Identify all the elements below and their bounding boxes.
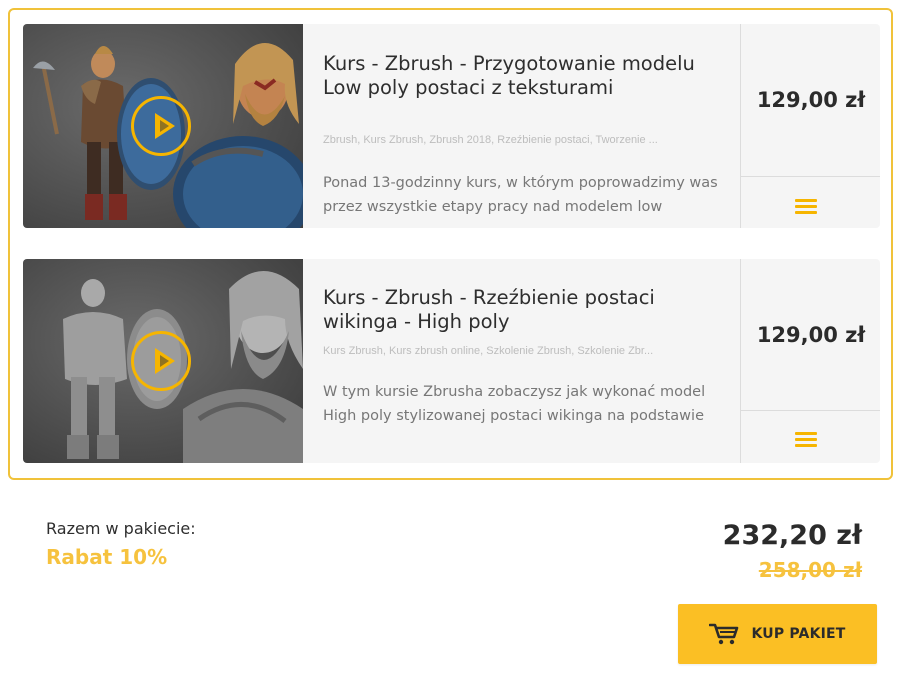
discount-badge: Rabat 10% [46, 545, 168, 569]
course-description: Ponad 13-godzinny kurs, w którym poprowa… [323, 175, 718, 215]
old-price: 258,00 zł [758, 558, 862, 582]
course-title[interactable]: Kurs - Zbrush - Przygotowanie modelu Low… [323, 52, 723, 100]
course-info: Kurs - Zbrush - Przygotowanie modelu Low… [323, 24, 735, 228]
course-title[interactable]: Kurs - Zbrush - Rzeźbienie postaci wikin… [323, 286, 723, 334]
course-tags: Zbrush, Kurs Zbrush, Zbrush 2018, Rzeźbi… [323, 134, 658, 146]
course-thumbnail[interactable] [23, 24, 303, 228]
bundle-total-price: 232,20 zł [722, 520, 862, 551]
hamburger-icon[interactable] [795, 199, 817, 215]
course-thumbnail[interactable] [23, 259, 303, 463]
buy-package-button[interactable]: KUP PAKIET [678, 604, 877, 664]
hamburger-icon[interactable] [795, 432, 817, 448]
course-tags: Kurs Zbrush, Kurs zbrush online, Szkolen… [323, 345, 654, 357]
cart-icon [709, 623, 739, 645]
bundle-container: Kurs - Zbrush - Przygotowanie modelu Low… [8, 8, 893, 480]
price-column: 129,00 zł [740, 24, 880, 228]
course-description: W tym kursie Zbrusha zobaczysz jak wykon… [323, 384, 706, 424]
buy-button-label: KUP PAKIET [751, 626, 846, 642]
bundle-total-label: Razem w pakiecie: [46, 519, 196, 538]
price-column: 129,00 zł [740, 259, 880, 463]
course-card: Kurs - Zbrush - Rzeźbienie postaci wikin… [23, 259, 880, 463]
play-icon[interactable] [131, 331, 191, 391]
course-info: Kurs - Zbrush - Rzeźbienie postaci wikin… [323, 259, 735, 463]
course-card: Kurs - Zbrush - Przygotowanie modelu Low… [23, 24, 880, 228]
course-price: 129,00 zł [741, 259, 880, 411]
play-icon[interactable] [131, 96, 191, 156]
course-price: 129,00 zł [741, 24, 880, 177]
